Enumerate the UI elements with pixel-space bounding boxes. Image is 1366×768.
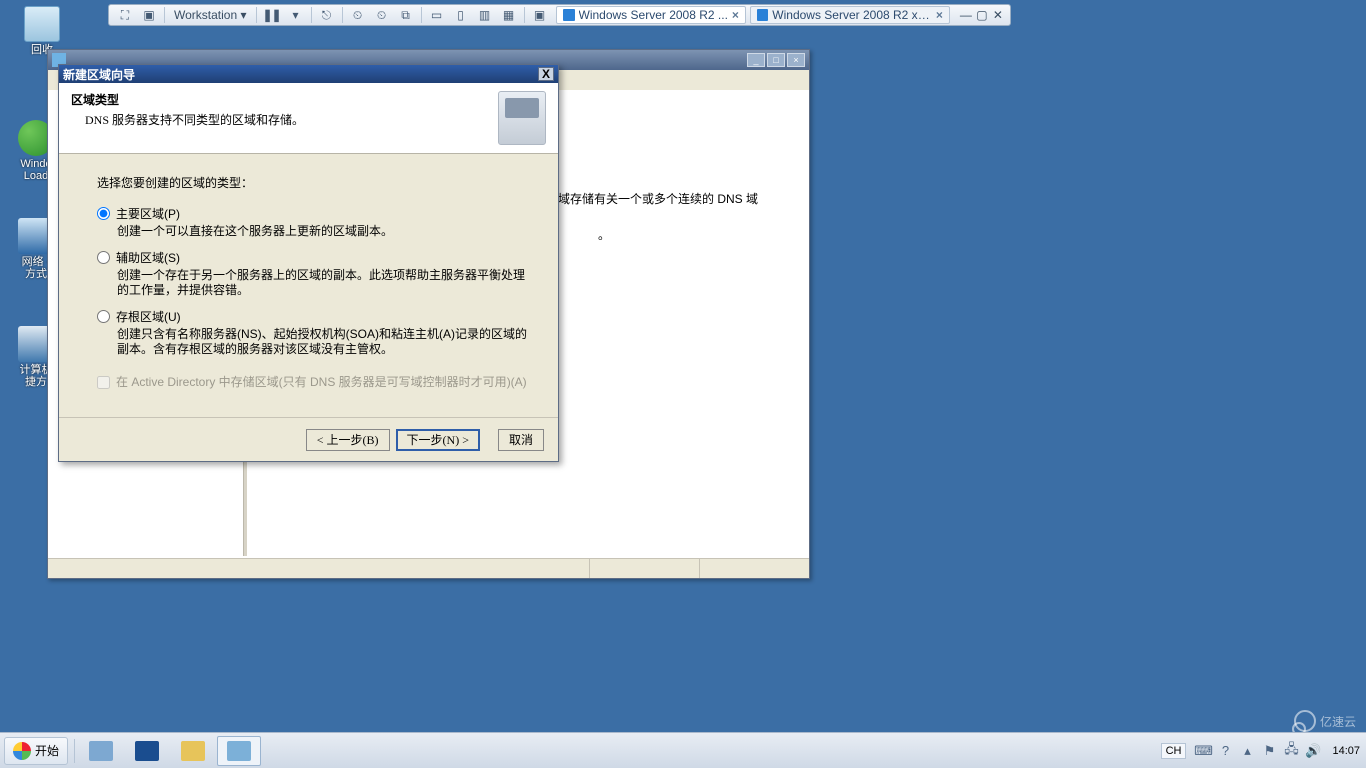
- windows-icon: [757, 9, 768, 21]
- system-tray: CH ⌨ ? ▴ ⚑ 🖧 🔊 14:07: [1155, 733, 1366, 768]
- wizard-title: 新建区域向导: [63, 66, 538, 83]
- snapshot-icon[interactable]: ⏲: [348, 7, 368, 23]
- pause-icon[interactable]: ❚❚: [262, 7, 282, 23]
- help-icon[interactable]: ?: [1217, 743, 1233, 759]
- pause-menu-icon[interactable]: ▾: [286, 7, 306, 23]
- server-icon: [498, 91, 546, 145]
- primary-zone-desc: 创建一个可以直接在这个服务器上更新的区域副本。: [117, 224, 530, 239]
- powershell-icon: [135, 741, 159, 761]
- wizard-buttons: < 上一步(B) 下一步(N) > 取消: [59, 417, 558, 461]
- secondary-zone-radio[interactable]: [97, 251, 110, 264]
- language-indicator[interactable]: CH: [1161, 743, 1187, 759]
- server-manager-icon: [89, 741, 113, 761]
- maximize-icon[interactable]: ▢: [974, 8, 990, 22]
- wizard-titlebar[interactable]: 新建区域向导 X: [59, 65, 558, 83]
- store-in-ad-label: 在 Active Directory 中存储区域(只有 DNS 服务器是可写域控…: [116, 375, 527, 389]
- minimize-icon[interactable]: _: [747, 53, 765, 67]
- view-icon[interactable]: ▣: [139, 7, 159, 23]
- wizard-subheading: DNS 服务器支持不同类型的区域和存储。: [85, 111, 498, 128]
- server-manager-task[interactable]: [79, 736, 123, 766]
- stub-zone-option[interactable]: 存根区域(U): [97, 308, 530, 325]
- quicklaunch: [77, 736, 261, 766]
- vm-tab-1-label: Windows Server 2008 R2 ...: [579, 8, 728, 22]
- watermark-logo-icon: [1294, 710, 1316, 732]
- minimize-icon[interactable]: —: [958, 8, 974, 22]
- dns-manager-task[interactable]: [217, 736, 261, 766]
- wizard-content: 选择您要创建的区域的类型： 主要区域(P) 创建一个可以直接在这个服务器上更新的…: [59, 154, 558, 417]
- layout-icon-1[interactable]: ▭: [427, 7, 447, 23]
- workstation-menu[interactable]: Workstation ▾: [168, 8, 253, 22]
- network-tray-icon[interactable]: 🖧: [1283, 743, 1299, 759]
- store-in-ad-option: 在 Active Directory 中存储区域(只有 DNS 服务器是可写域控…: [97, 375, 530, 389]
- tray-chevron-icon[interactable]: ▴: [1239, 743, 1255, 759]
- start-button[interactable]: 开始: [4, 737, 68, 765]
- unity-icon[interactable]: ▣: [530, 7, 550, 23]
- vmware-toolbar: ⛶ ▣ Workstation ▾ ❚❚ ▾ ⎋ ⏲ ⏲ ⧉ ▭ ▯ ▥ ▦ ▣…: [108, 4, 1011, 26]
- usb-icon[interactable]: ⎋: [317, 7, 337, 23]
- snapshot-manage-icon[interactable]: ⧉: [396, 7, 416, 23]
- dns-manager-icon: [227, 741, 251, 761]
- primary-zone-option[interactable]: 主要区域(P): [97, 205, 530, 222]
- windows-icon: [563, 9, 575, 21]
- vm-tab-2[interactable]: Windows Server 2008 R2 x64... ×: [750, 6, 950, 24]
- explorer-task[interactable]: [171, 736, 215, 766]
- layout-icon-4[interactable]: ▦: [499, 7, 519, 23]
- next-button[interactable]: 下一步(N) >: [396, 429, 480, 451]
- close-icon[interactable]: ✕: [990, 8, 1006, 22]
- snapshot-icon-2[interactable]: ⏲: [372, 7, 392, 23]
- secondary-zone-option[interactable]: 辅助区域(S): [97, 249, 530, 266]
- stub-zone-radio[interactable]: [97, 310, 110, 323]
- stub-zone-desc: 创建只含有名称服务器(NS)、起始授权机构(SOA)和粘连主机(A)记录的区域的…: [117, 327, 530, 357]
- vm-window-controls: — ▢ ✕: [958, 8, 1006, 22]
- vm-tab-2-label: Windows Server 2008 R2 x64...: [772, 8, 932, 22]
- taskbar: 开始 CH ⌨ ? ▴ ⚑ 🖧 🔊 14:07: [0, 732, 1366, 768]
- start-orb-icon: [13, 742, 31, 760]
- powershell-task[interactable]: [125, 736, 169, 766]
- primary-zone-label: 主要区域(P): [116, 205, 180, 222]
- dns-statusbar: [48, 558, 809, 578]
- sound-icon[interactable]: 🔊: [1305, 743, 1321, 759]
- store-in-ad-checkbox: [97, 376, 110, 389]
- secondary-zone-label: 辅助区域(S): [116, 249, 180, 266]
- stub-zone-label: 存根区域(U): [116, 308, 181, 325]
- wizard-header: 区域类型 DNS 服务器支持不同类型的区域和存储。: [59, 83, 558, 154]
- cancel-button[interactable]: 取消: [498, 429, 544, 451]
- primary-zone-radio[interactable]: [97, 207, 110, 220]
- keyboard-icon[interactable]: ⌨: [1195, 743, 1211, 759]
- flag-icon[interactable]: ⚑: [1261, 743, 1277, 759]
- wizard-heading: 区域类型: [71, 91, 498, 108]
- secondary-zone-desc: 创建一个存在于另一个服务器上的区域的副本。此选项帮助主服务器平衡处理的工作量，并…: [117, 268, 530, 298]
- start-label: 开始: [35, 742, 59, 759]
- close-icon[interactable]: ×: [936, 8, 943, 22]
- maximize-icon[interactable]: □: [767, 53, 785, 67]
- vm-tab-1[interactable]: Windows Server 2008 R2 ... ×: [556, 6, 746, 24]
- close-icon[interactable]: X: [538, 67, 554, 81]
- layout-icon-3[interactable]: ▥: [475, 7, 495, 23]
- trash-icon: [24, 6, 60, 42]
- zone-type-prompt: 选择您要创建的区域的类型：: [97, 174, 530, 191]
- watermark: 亿速云: [1294, 710, 1356, 732]
- watermark-text: 亿速云: [1320, 713, 1356, 730]
- explorer-icon: [181, 741, 205, 761]
- layout-icon-2[interactable]: ▯: [451, 7, 471, 23]
- close-icon[interactable]: ×: [787, 53, 805, 67]
- fullscreen-icon[interactable]: ⛶: [115, 7, 135, 23]
- new-zone-wizard-dialog: 新建区域向导 X 区域类型 DNS 服务器支持不同类型的区域和存储。 选择您要创…: [58, 64, 559, 462]
- dns-background-text: 域存储有关一个或多个连续的 DNS 域。: [558, 190, 758, 244]
- clock[interactable]: 14:07: [1332, 745, 1360, 757]
- close-icon[interactable]: ×: [732, 8, 739, 22]
- back-button[interactable]: < 上一步(B): [306, 429, 390, 451]
